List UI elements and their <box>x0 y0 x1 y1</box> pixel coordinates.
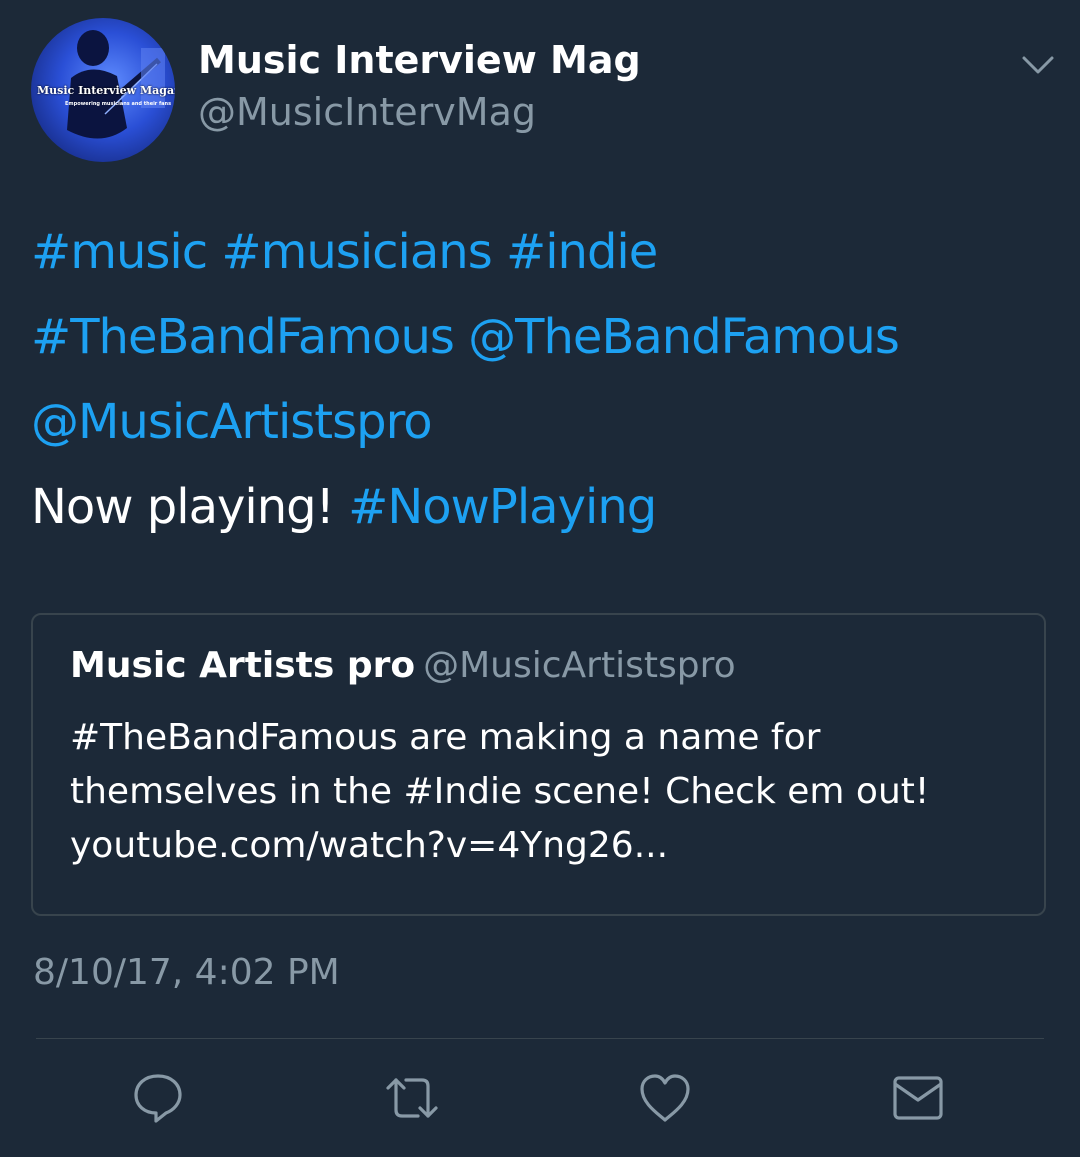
tweet-text-segment <box>454 309 468 365</box>
tweet-line: Now playing! #NowPlaying <box>31 465 1051 550</box>
reply-button[interactable] <box>130 1070 186 1126</box>
quoted-tweet-line: #TheBandFamous are making a name for <box>70 717 821 758</box>
hashtag-link[interactable]: #TheBandFamous <box>31 309 455 365</box>
tweet-text-segment <box>492 224 506 280</box>
quoted-tweet-card[interactable]: Music Artists pro @MusicArtistspro #TheBa… <box>31 613 1046 916</box>
retweet-button[interactable] <box>384 1070 440 1126</box>
envelope-icon <box>893 1076 943 1120</box>
chevron-down-icon <box>1022 56 1054 74</box>
quoted-tweet-line: themselves in the #Indie scene! Check em… <box>70 771 930 812</box>
avatar-subtitle: Empowering musicians and their fans <box>65 101 172 107</box>
author-handle[interactable]: @MusicIntervMag <box>198 90 536 134</box>
hashtag-link[interactable]: #music <box>31 224 208 280</box>
quoted-tweet-text: #TheBandFamous are making a name for the… <box>70 711 1030 873</box>
reply-icon <box>134 1074 182 1123</box>
mention-link[interactable]: @TheBandFamous <box>468 309 900 365</box>
more-options-button[interactable] <box>1018 50 1058 80</box>
quoted-tweet-handle: @MusicArtistspro <box>423 645 736 686</box>
quoted-tweet-link[interactable]: youtube.com/watch?v=4Yng26... <box>70 819 1030 873</box>
quoted-tweet-header: Music Artists pro @MusicArtistspro <box>70 645 736 686</box>
hashtag-link[interactable]: #musicians <box>221 224 492 280</box>
hashtag-link[interactable]: #NowPlaying <box>348 479 657 535</box>
avatar[interactable]: Music Interview Magazine Empowering musi… <box>31 18 175 162</box>
hashtag-link[interactable]: #indie <box>506 224 658 280</box>
tweet-line: @MusicArtistspro <box>31 380 1051 465</box>
tweet-text-segment: Now playing! <box>31 479 349 535</box>
tweet-text: #music #musicians #indie #TheBandFamous @… <box>31 210 1051 550</box>
avatar-title: Music Interview Magazine <box>37 84 175 97</box>
heart-icon <box>640 1074 690 1122</box>
like-button[interactable] <box>637 1070 693 1126</box>
tweet-text-segment <box>207 224 221 280</box>
tweet-line: #music #musicians #indie <box>31 210 1051 295</box>
retweet-icon <box>386 1078 438 1118</box>
tweet-timestamp: 8/10/17, 4:02 PM <box>33 952 340 993</box>
mention-link[interactable]: @MusicArtistspro <box>31 394 433 450</box>
quoted-tweet-name: Music Artists pro <box>70 645 416 686</box>
tweet-line: #TheBandFamous @TheBandFamous <box>31 295 1051 380</box>
author-display-name[interactable]: Music Interview Mag <box>198 38 641 82</box>
divider <box>36 1038 1044 1039</box>
direct-message-button[interactable] <box>890 1070 946 1126</box>
